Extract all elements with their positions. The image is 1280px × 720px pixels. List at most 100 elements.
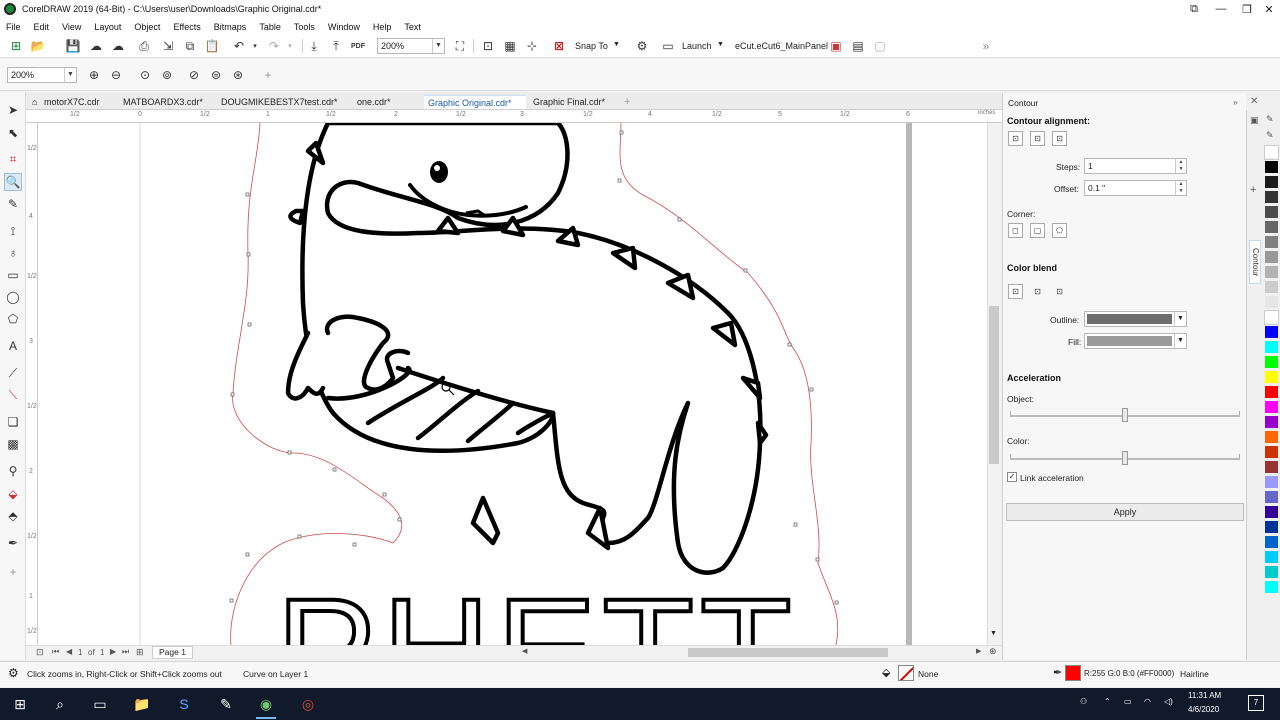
launch-label[interactable]: Launch: [682, 41, 712, 51]
apply-button[interactable]: Apply: [1006, 503, 1244, 521]
offset-spinner-icon[interactable]: ▲ ▼: [1175, 181, 1186, 195]
pick-tool-icon[interactable]: ➤: [4, 101, 22, 119]
palette-swatch[interactable]: [1265, 476, 1278, 489]
corner-bevel-icon[interactable]: ⬠: [1052, 223, 1067, 238]
rectangle-tool-icon[interactable]: ▭: [4, 266, 22, 284]
parallel-dimension-icon[interactable]: ⟋: [4, 364, 22, 382]
eyedropper-icon[interactable]: ⚲: [4, 462, 22, 480]
menu-help[interactable]: Help: [373, 22, 392, 32]
task-view-icon[interactable]: ▭: [88, 692, 112, 716]
steps-spinner-icon[interactable]: ▲ ▼: [1175, 159, 1186, 173]
menu-effects[interactable]: Effects: [173, 22, 200, 32]
freehand-tool-icon[interactable]: ✎: [4, 195, 22, 213]
contour-center-icon[interactable]: ⊡: [1008, 131, 1023, 146]
palette-swatch[interactable]: [1265, 296, 1278, 309]
undo-icon[interactable]: ↶: [231, 38, 247, 54]
drop-shadow-icon[interactable]: ❏: [4, 413, 22, 431]
zoom-selected-icon[interactable]: ⊙: [137, 67, 153, 83]
full-screen-icon[interactable]: ⛶: [452, 38, 468, 54]
import-file-icon[interactable]: ⤓: [306, 38, 322, 54]
link-acceleration-checkbox[interactable]: ✓: [1007, 472, 1017, 482]
add-page-icon[interactable]: ⊞: [136, 647, 144, 658]
tab-graphic-final[interactable]: Graphic Final.cdr*: [529, 95, 609, 109]
prop-zoom-combo[interactable]: 200% ▼: [7, 67, 77, 83]
palette-swatch[interactable]: [1265, 176, 1278, 189]
import-icon[interactable]: ⇲: [160, 38, 176, 54]
snap-to-label[interactable]: Snap To: [575, 41, 608, 51]
outline-pen-icon[interactable]: ✒: [4, 534, 22, 552]
offset-input[interactable]: 0.1 " ▲ ▼: [1084, 180, 1187, 196]
object-acceleration-thumb[interactable]: [1122, 408, 1128, 422]
tray-chevron-up-icon[interactable]: ⌃: [1104, 697, 1111, 706]
redo-icon[interactable]: ↷: [266, 38, 282, 54]
paste-icon[interactable]: 📋: [204, 38, 220, 54]
palette-swatch[interactable]: [1265, 536, 1278, 549]
palette-swatch[interactable]: [1265, 191, 1278, 204]
outline-color-picker[interactable]: ▼: [1084, 311, 1187, 327]
tab-matboardx3[interactable]: MATBOARDX3.cdr*: [119, 95, 207, 109]
add-icon[interactable]: +: [260, 67, 276, 83]
launch-chevron-icon[interactable]: ▼: [717, 41, 724, 48]
show-rulers-icon[interactable]: ⊡: [480, 38, 496, 54]
menu-bitmaps[interactable]: Bitmaps: [214, 22, 247, 32]
add-docker-icon[interactable]: +: [1250, 184, 1256, 196]
battery-icon[interactable]: ▭: [1124, 697, 1132, 706]
hscroll-right-icon[interactable]: ▶: [976, 647, 981, 655]
menu-object[interactable]: Object: [134, 22, 160, 32]
menu-table[interactable]: Table: [259, 22, 281, 32]
outline-pen-status-icon[interactable]: ✒: [1053, 666, 1062, 679]
scroll-down-icon[interactable]: ▼: [990, 630, 997, 637]
menu-text[interactable]: Text: [404, 22, 421, 32]
palette-swatch[interactable]: [1265, 161, 1278, 174]
palette-swatch[interactable]: [1264, 310, 1279, 325]
palette-swatch[interactable]: [1265, 356, 1278, 369]
tab-dougmikebestx7test[interactable]: DOUGMIKEBESTX7test.cdr*: [217, 95, 342, 109]
no-fill-swatch-icon[interactable]: [898, 665, 914, 681]
zoom-tool-icon[interactable]: 🔍: [4, 173, 22, 191]
menu-edit[interactable]: Edit: [34, 22, 50, 32]
smart-fill-icon[interactable]: ⬘: [4, 507, 22, 525]
zoom-levels-combo[interactable]: 200% ▼: [377, 38, 445, 54]
volume-icon[interactable]: ◁): [1164, 697, 1173, 706]
zoom-out-icon[interactable]: ⊖: [108, 67, 124, 83]
minimize-button[interactable]: —: [1208, 0, 1234, 18]
palette-swatch[interactable]: [1265, 281, 1278, 294]
palette-swatch[interactable]: [1265, 446, 1278, 459]
fill-color-picker[interactable]: ▼: [1084, 333, 1187, 349]
page-tab[interactable]: Page 1: [152, 646, 193, 659]
page-nav-start-icon[interactable]: ⏮: [52, 647, 59, 657]
object-properties-icon[interactable]: ▣: [1250, 115, 1259, 126]
corner-mitered-icon[interactable]: ◻: [1008, 223, 1023, 238]
cloud-download-icon[interactable]: ☁: [88, 38, 104, 54]
palette-swatch[interactable]: [1265, 566, 1278, 579]
contour-inside-icon[interactable]: ⊡: [1030, 131, 1045, 146]
drawing-canvas[interactable]: PHETT: [38, 123, 988, 645]
fill-bucket-icon[interactable]: ⬙: [882, 666, 890, 679]
hscroll-left-icon[interactable]: ◀: [522, 647, 527, 655]
palette-swatch[interactable]: [1265, 491, 1278, 504]
interactive-fill-icon[interactable]: ⬙: [4, 485, 22, 503]
new-tab-icon[interactable]: +: [620, 95, 634, 109]
toolbar-overflow-icon[interactable]: »: [978, 38, 994, 54]
page-nav-prev-icon[interactable]: ◀: [66, 647, 72, 656]
show-guidelines-icon[interactable]: ⊹: [524, 38, 540, 54]
clockwise-blend-icon[interactable]: ⊡: [1030, 284, 1045, 299]
horizontal-scroll-thumb[interactable]: [688, 648, 888, 657]
notifications-icon[interactable]: 7: [1248, 695, 1264, 711]
palette-swatch[interactable]: [1265, 506, 1278, 519]
corner-round-icon[interactable]: ▢: [1030, 223, 1045, 238]
paint-app-icon[interactable]: ✎: [214, 692, 238, 716]
restore-docker-icon[interactable]: ⧉: [1181, 0, 1207, 18]
polygon-tool-icon[interactable]: ⬠: [4, 310, 22, 328]
palette-swatch[interactable]: [1265, 431, 1278, 444]
palette-swatch[interactable]: [1265, 236, 1278, 249]
tab-motorx7c[interactable]: motorX7C.cdr: [40, 95, 104, 109]
contour-side-tab[interactable]: Contour: [1249, 240, 1261, 284]
page-nav-first-icon[interactable]: ⊡: [36, 647, 44, 658]
page-nav-end-icon[interactable]: ⏭: [122, 647, 129, 657]
palette-swatch[interactable]: [1265, 461, 1278, 474]
connector-tool-icon[interactable]: ⟍: [4, 386, 22, 404]
ecut-tool-icon[interactable]: ▣: [828, 38, 844, 54]
page-nav-next-icon[interactable]: ▶: [110, 647, 116, 656]
ellipse-tool-icon[interactable]: ◯: [4, 288, 22, 306]
